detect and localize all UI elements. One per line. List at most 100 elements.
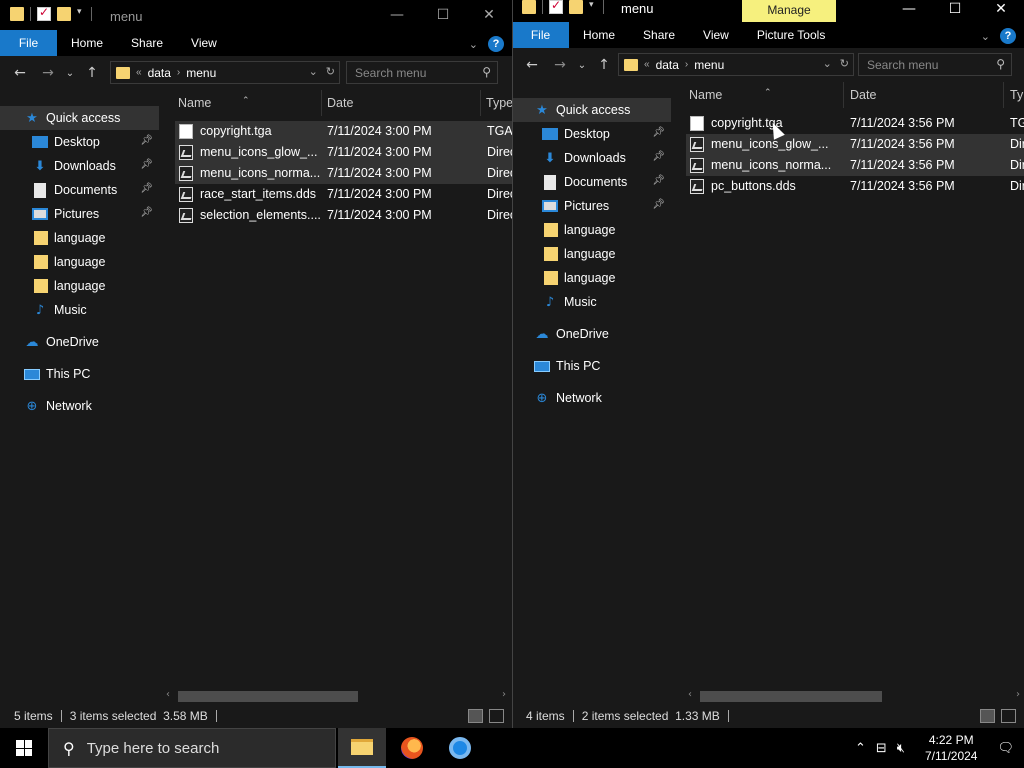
large-icons-view-icon[interactable] [489, 709, 504, 723]
refresh-icon[interactable]: ↻ [326, 65, 335, 78]
scroll-left-icon[interactable]: ‹ [166, 689, 170, 700]
scrollbar-thumb[interactable] [178, 691, 358, 702]
nav-item-desktop[interactable]: Desktop 📌︎ [512, 122, 671, 146]
nav-item-music[interactable]: ♪ Music [0, 298, 159, 322]
forward-button[interactable]: → [34, 65, 62, 81]
expand-ribbon-icon[interactable]: ⌄ [981, 30, 990, 43]
address-bar[interactable]: « data › menu ⌄ ↻ [110, 61, 340, 84]
breadcrumb-data[interactable]: data [148, 66, 171, 80]
file-row[interactable]: menu_icons_norma... 7/11/2024 3:00 PM Dire… [175, 163, 512, 184]
taskbar-chromium[interactable] [436, 728, 484, 768]
nav-item-onedrive[interactable]: ☁ OneDrive [0, 330, 159, 354]
horizontal-scrollbar[interactable]: ‹ › [682, 688, 1024, 704]
taskbar-file-explorer[interactable] [338, 728, 386, 768]
nav-item-network[interactable]: ⊕ Network [512, 386, 671, 410]
file-row[interactable]: menu_icons_norma... 7/11/2024 3:56 PM Dire… [686, 155, 1024, 176]
up-button[interactable]: ↑ [590, 57, 618, 73]
minimize-button[interactable]: — [374, 0, 420, 30]
address-dropdown-icon[interactable]: ⌄ [309, 65, 318, 78]
new-folder-icon[interactable] [57, 7, 71, 21]
customize-toolbar-icon[interactable]: ▾ [589, 0, 597, 14]
start-button[interactable] [0, 728, 48, 768]
search-input[interactable]: Search menu ⚲ [858, 53, 1012, 76]
file-row[interactable]: copyright.tga7/11/2024 3:56 PMTGA F [686, 113, 1024, 134]
taskbar-firefox[interactable] [388, 728, 436, 768]
scrollbar-thumb[interactable] [700, 691, 882, 702]
help-icon[interactable]: ? [488, 36, 504, 52]
tab-share[interactable]: Share [629, 22, 689, 48]
nav-item-downloads[interactable]: ⬇ Downloads 📌︎ [0, 154, 159, 178]
minimize-button[interactable]: — [886, 0, 932, 18]
scroll-left-icon[interactable]: ‹ [688, 689, 692, 700]
column-type[interactable]: Type [1010, 88, 1024, 102]
nav-item-desktop[interactable]: Desktop 📌︎ [0, 130, 159, 154]
up-button[interactable]: ↑ [78, 65, 106, 81]
column-date[interactable]: Date [327, 96, 353, 110]
nav-item-pictures[interactable]: Pictures 📌︎ [0, 202, 159, 226]
tab-view[interactable]: View [689, 22, 743, 48]
expand-ribbon-icon[interactable]: ⌄ [469, 38, 478, 51]
breadcrumb-data[interactable]: data [656, 58, 679, 72]
nav-item-downloads[interactable]: ⬇ Downloads 📌︎ [512, 146, 671, 170]
file-row[interactable]: race_start_items.dds 7/11/2024 3:00 PM Dir… [175, 184, 512, 205]
properties-icon[interactable] [549, 0, 563, 14]
nav-item-language[interactable]: language [0, 250, 159, 274]
search-input[interactable]: Search menu ⚲ [346, 61, 498, 84]
tab-picture-tools[interactable]: Picture Tools [743, 22, 839, 48]
tab-file[interactable]: File [0, 30, 57, 56]
nav-item-language[interactable]: language [512, 266, 671, 290]
tab-manage[interactable]: Manage [742, 0, 836, 22]
recent-locations-button[interactable]: ⌄ [574, 60, 590, 71]
file-row[interactable]: menu_icons_glow_... 7/11/2024 3:00 PM Dire… [175, 142, 512, 163]
tab-share[interactable]: Share [117, 30, 177, 56]
file-row[interactable]: selection_elements.... 7/11/2024 3:00 PM D… [175, 205, 512, 226]
address-dropdown-icon[interactable]: ⌄ [823, 57, 832, 70]
nav-item-network[interactable]: ⊕ Network [0, 394, 159, 418]
recent-locations-button[interactable]: ⌄ [62, 68, 78, 79]
maximize-button[interactable]: ☐ [932, 0, 978, 18]
help-icon[interactable]: ? [1000, 28, 1016, 44]
show-hidden-icons-icon[interactable]: ⌃ [855, 741, 866, 756]
column-type[interactable]: Type [486, 96, 512, 110]
tab-view[interactable]: View [177, 30, 231, 56]
customize-toolbar-icon[interactable]: ▾ [77, 7, 85, 21]
details-view-icon[interactable] [468, 709, 483, 723]
tab-file[interactable]: File [512, 22, 569, 48]
column-name[interactable]: Name [178, 96, 211, 110]
title-bar[interactable]: ▾ menu Manage — ☐ ✕ [512, 0, 1024, 22]
back-button[interactable]: ← [6, 65, 34, 81]
nav-item-documents[interactable]: Documents 📌︎ [512, 170, 671, 194]
clock[interactable]: 4:22 PM 7/11/2024 [925, 732, 978, 764]
tab-home[interactable]: Home [57, 30, 117, 56]
nav-item-language[interactable]: language [512, 242, 671, 266]
nav-item-music[interactable]: ♪ Music [512, 290, 671, 314]
nav-item-language[interactable]: language [512, 218, 671, 242]
nav-item-language[interactable]: language [0, 274, 159, 298]
breadcrumb-menu[interactable]: menu [694, 58, 724, 72]
file-row[interactable]: menu_icons_glow_... 7/11/2024 3:56 PM Dire… [686, 134, 1024, 155]
scroll-right-icon[interactable]: › [1016, 689, 1020, 700]
breadcrumb-menu[interactable]: menu [186, 66, 216, 80]
notifications-icon[interactable]: 🗨︎ [997, 741, 1014, 756]
nav-item-language[interactable]: language [0, 226, 159, 250]
details-view-icon[interactable] [980, 709, 995, 723]
address-bar[interactable]: « data › menu ⌄ ↻ [618, 53, 854, 76]
taskbar-search-box[interactable]: ⚲ Type here to search [48, 728, 336, 768]
network-tray-icon[interactable]: ⊟ [876, 741, 887, 756]
back-button[interactable]: ← [518, 57, 546, 73]
properties-icon[interactable] [37, 5, 51, 21]
file-row[interactable]: copyright.tga 7/11/2024 3:00 PM TGA [175, 121, 512, 142]
nav-item-quick-access[interactable]: ★ Quick access [512, 98, 671, 122]
forward-button[interactable]: → [546, 57, 574, 73]
nav-item-onedrive[interactable]: ☁ OneDrive [512, 322, 671, 346]
scroll-right-icon[interactable]: › [502, 689, 506, 700]
nav-item-documents[interactable]: Documents 📌︎ [0, 178, 159, 202]
nav-item-pictures[interactable]: Pictures 📌︎ [512, 194, 671, 218]
column-name[interactable]: Name [689, 88, 722, 102]
nav-item-this-pc[interactable]: This PC [512, 354, 671, 378]
maximize-button[interactable]: ☐ [420, 0, 466, 30]
horizontal-scrollbar[interactable]: ‹ › [160, 688, 512, 704]
nav-item-this-pc[interactable]: This PC [0, 362, 159, 386]
file-row[interactable]: pc_buttons.dds 7/11/2024 3:56 PM Direc [686, 176, 1024, 197]
close-button[interactable]: ✕ [466, 0, 512, 30]
